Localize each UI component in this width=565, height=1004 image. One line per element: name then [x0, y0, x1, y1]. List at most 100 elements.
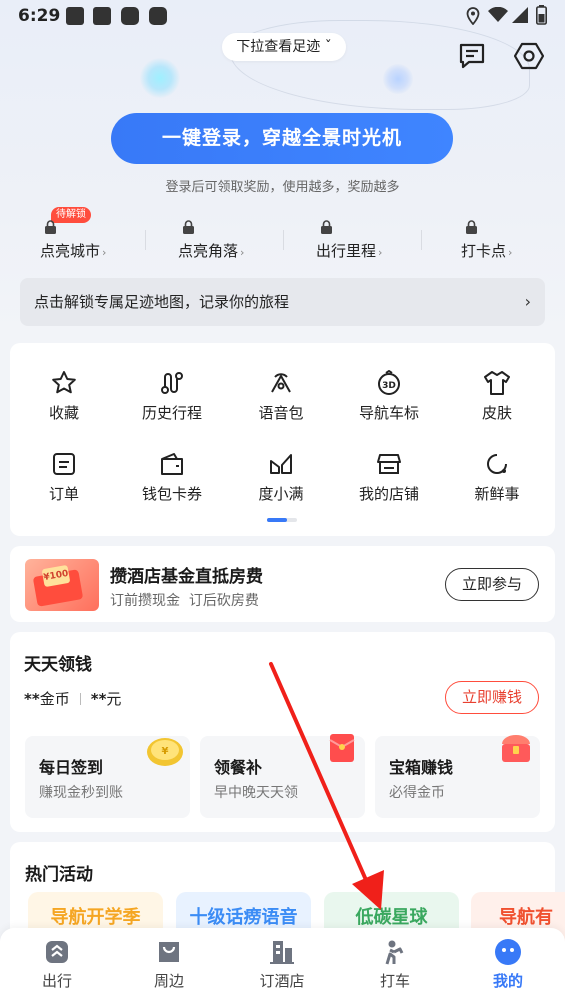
chevron-right-icon: › [102, 246, 107, 259]
svg-text:¥: ¥ [162, 746, 169, 757]
lock-icon [321, 220, 332, 234]
map-notification-icon [149, 7, 167, 25]
coins-value: ** [24, 690, 40, 708]
treasure-chest-icon [502, 735, 530, 762]
join-now-button[interactable]: 立即参与 [445, 568, 539, 601]
grid-item-label: 皮肤 [481, 404, 512, 422]
stat-light-corner[interactable]: 点亮角落 › [178, 216, 308, 266]
chevron-right-icon: › [524, 292, 531, 311]
coins-unit: 金币 [39, 690, 70, 708]
earn-balance: **金币 **元 [24, 688, 121, 709]
star-icon [52, 371, 76, 394]
grid-item-label: 钱包卡券 [141, 485, 202, 503]
nearby-bag-icon [159, 942, 179, 962]
tab-nearby[interactable]: 周边 [124, 938, 214, 991]
task-subtitle: 必得金币 [389, 785, 445, 801]
stat-checkin-points[interactable]: 打卡点 › [461, 216, 565, 266]
tab-mine[interactable]: 我的 [463, 938, 553, 991]
voice-pack-icon [271, 373, 291, 393]
stat-label: 点亮角落 [178, 242, 239, 260]
chevron-right-icon: › [508, 246, 513, 259]
grid-item-orders[interactable]: 订单 [9, 451, 119, 511]
map-notification-icon [121, 7, 139, 25]
tab-travel[interactable]: 出行 [12, 938, 102, 991]
grid-item-nav-car-icon[interactable]: 3D 导航车标 [334, 370, 444, 430]
hotel-building-icon [270, 941, 294, 964]
grid-page-indicator [267, 518, 297, 522]
task-subtitle: 赚现金秒到账 [39, 785, 123, 801]
cash-value: ** [90, 690, 107, 708]
tab-label: 周边 [153, 972, 184, 990]
unlock-footprint-map-bar[interactable]: 点击解锁专属足迹地图，记录你的旅程 › [20, 278, 545, 326]
chevron-right-icon: › [240, 246, 245, 259]
travel-icon [46, 941, 68, 963]
grid-item-voice-pack[interactable]: 语音包 [226, 370, 336, 430]
map-glow [383, 64, 413, 94]
pull-down-hint[interactable]: 下拉查看足迹 ˇ [222, 33, 346, 61]
lock-icon [183, 220, 194, 234]
route-icon [161, 372, 183, 394]
grid-item-label: 语音包 [258, 404, 304, 422]
svg-text:3D: 3D [382, 381, 396, 391]
status-bar: 6:29 [0, 0, 565, 32]
order-icon [53, 453, 75, 475]
grid-item-wallet[interactable]: 钱包卡券 [117, 451, 227, 511]
shop-icon [377, 454, 401, 474]
gold-coin-icon: ¥ [147, 738, 183, 766]
pull-down-hint-label: 下拉查看足迹 [236, 39, 321, 55]
daily-earn-title: 天天领钱 [24, 655, 92, 675]
lock-icon [466, 220, 477, 234]
grid-item-history-trips[interactable]: 历史行程 [117, 370, 227, 430]
tab-label: 我的 [492, 972, 523, 990]
image-notification-icon [66, 7, 84, 25]
chevron-right-icon: › [378, 246, 383, 259]
divider [421, 230, 422, 250]
tab-hotel[interactable]: 订酒店 [237, 938, 327, 991]
cash-unit: 元 [106, 690, 122, 708]
font-notification-icon [93, 7, 111, 25]
grid-item-news[interactable]: 新鲜事 [442, 451, 552, 511]
login-subtitle: 登录后可领取奖励，使用越多，奖励越多 [165, 180, 400, 195]
task-meal-subsidy[interactable]: 领餐补 早中晚天天领 [200, 734, 365, 818]
one-click-login-button[interactable]: 一键登录，穿越全景时光机 [111, 113, 453, 164]
grid-item-duxiaoman[interactable]: 度小满 [226, 451, 336, 511]
status-time: 6:29 [18, 6, 61, 26]
shirt-icon [484, 371, 510, 395]
task-daily-checkin[interactable]: 每日签到 赚现金秒到账 ¥ [25, 736, 190, 818]
unlock-bar-text: 点击解锁专属足迹地图，记录你的旅程 [34, 293, 290, 311]
duxiaoman-icon [270, 454, 292, 474]
divider [145, 230, 146, 250]
stat-label: 出行里程 [316, 242, 377, 260]
grid-item-label: 导航车标 [358, 404, 419, 422]
divider [283, 230, 284, 250]
task-title: 宝箱赚钱 [389, 758, 454, 777]
stat-label: 点亮城市 [40, 242, 101, 260]
task-title: 每日签到 [39, 758, 104, 777]
grid-item-favorites[interactable]: 收藏 [9, 370, 119, 430]
grid-item-my-shop[interactable]: 我的店铺 [334, 451, 444, 511]
task-title: 领餐补 [214, 758, 263, 777]
settings-gear-icon[interactable] [514, 41, 544, 71]
hotel-fund-image: ¥100 [25, 559, 99, 611]
red-envelope-icon [329, 734, 355, 762]
stat-light-city[interactable]: 点亮城市 › [40, 216, 170, 266]
taxi-person-icon [385, 940, 404, 965]
grid-item-label: 新鲜事 [474, 485, 520, 503]
task-treasure-chest[interactable]: 宝箱赚钱 必得金币 [375, 735, 540, 818]
location-icon [466, 7, 480, 25]
earn-now-button[interactable]: 立即赚钱 [445, 681, 539, 714]
grid-item-label: 收藏 [48, 404, 79, 422]
tab-taxi[interactable]: 打车 [350, 938, 440, 991]
mine-avatar-icon [495, 939, 521, 965]
grid-item-label: 历史行程 [141, 404, 202, 422]
message-icon[interactable] [457, 41, 487, 71]
tab-label: 订酒店 [259, 972, 305, 990]
wifi-icon [488, 7, 508, 22]
battery-icon [536, 5, 547, 25]
refresh-icon [487, 454, 507, 474]
grid-item-label: 度小满 [258, 485, 304, 503]
chevron-down-icon: ˇ [320, 39, 332, 55]
hotel-fund-title: 攒酒店基金直抵房费 [110, 567, 263, 587]
grid-item-skin[interactable]: 皮肤 [442, 370, 552, 430]
stat-travel-mileage[interactable]: 出行里程 › [316, 216, 446, 266]
